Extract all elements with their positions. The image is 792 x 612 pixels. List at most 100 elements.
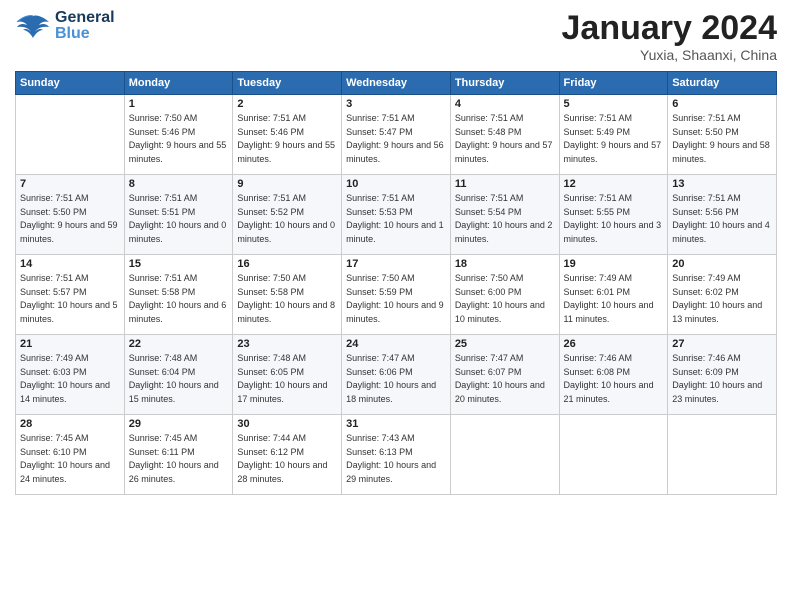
day-number: 21 bbox=[20, 338, 120, 350]
day-number: 10 bbox=[346, 178, 446, 190]
calendar-cell: 16 Sunrise: 7:50 AMSunset: 5:58 PMDayligh… bbox=[233, 255, 342, 335]
day-number: 4 bbox=[455, 98, 555, 110]
calendar-cell: 8Sunrise: 7:51 AMSunset: 5:51 PMDaylight… bbox=[124, 175, 233, 255]
day-number: 15 bbox=[129, 258, 229, 270]
calendar-cell: 7 Sunrise: 7:51 AMSunset: 5:50 PMDaylight… bbox=[16, 175, 125, 255]
day-number: 25 bbox=[455, 338, 555, 350]
calendar-cell: 13 Sunrise: 7:51 AMSunset: 5:56 PMDayligh… bbox=[668, 175, 777, 255]
day-info: Sunrise: 7:51 AMSunset: 5:50 PMDaylight:… bbox=[20, 192, 120, 246]
header-wednesday: Wednesday bbox=[342, 72, 451, 95]
calendar-cell: 19Sunrise: 7:49 AMSunset: 6:01 PMDayligh… bbox=[559, 255, 668, 335]
day-info: Sunrise: 7:51 AMSunset: 5:52 PMDaylight:… bbox=[237, 192, 337, 246]
day-info: Sunrise: 7:44 AMSunset: 6:12 PMDaylight:… bbox=[237, 432, 337, 486]
day-info: Sunrise: 7:51 AMSunset: 5:50 PMDaylight:… bbox=[672, 112, 772, 166]
header-monday: Monday bbox=[124, 72, 233, 95]
day-number: 1 bbox=[129, 98, 229, 110]
day-info: Sunrise: 7:51 AMSunset: 5:46 PMDaylight:… bbox=[237, 112, 337, 166]
calendar-cell: 25 Sunrise: 7:47 AMSunset: 6:07 PMDayligh… bbox=[450, 335, 559, 415]
day-info: Sunrise: 7:50 AMSunset: 6:00 PMDaylight:… bbox=[455, 272, 555, 326]
calendar-body: 1 Sunrise: 7:50 AMSunset: 5:46 PMDaylight… bbox=[16, 95, 777, 495]
calendar-cell: 24 Sunrise: 7:47 AMSunset: 6:06 PMDayligh… bbox=[342, 335, 451, 415]
calendar-cell bbox=[668, 415, 777, 495]
calendar-cell: 2 Sunrise: 7:51 AMSunset: 5:46 PMDaylight… bbox=[233, 95, 342, 175]
calendar-table: Sunday Monday Tuesday Wednesday Thursday… bbox=[15, 71, 777, 495]
day-info: Sunrise: 7:47 AMSunset: 6:07 PMDaylight:… bbox=[455, 352, 555, 406]
day-number: 2 bbox=[237, 98, 337, 110]
header-friday: Friday bbox=[559, 72, 668, 95]
day-number: 23 bbox=[237, 338, 337, 350]
day-number: 16 bbox=[237, 258, 337, 270]
day-number: 31 bbox=[346, 418, 446, 430]
day-number: 29 bbox=[129, 418, 229, 430]
logo-name: General Blue bbox=[55, 10, 115, 42]
day-number: 26 bbox=[564, 338, 664, 350]
day-number: 19 bbox=[564, 258, 664, 270]
day-info: Sunrise: 7:51 AMSunset: 5:54 PMDaylight:… bbox=[455, 192, 555, 246]
header-saturday: Saturday bbox=[668, 72, 777, 95]
weekday-header-row: Sunday Monday Tuesday Wednesday Thursday… bbox=[16, 72, 777, 95]
calendar-cell: 17Sunrise: 7:50 AMSunset: 5:59 PMDayligh… bbox=[342, 255, 451, 335]
day-info: Sunrise: 7:51 AMSunset: 5:55 PMDaylight:… bbox=[564, 192, 664, 246]
calendar-cell: 26 Sunrise: 7:46 AMSunset: 6:08 PMDayligh… bbox=[559, 335, 668, 415]
calendar-cell: 27Sunrise: 7:46 AMSunset: 6:09 PMDayligh… bbox=[668, 335, 777, 415]
calendar-cell: 30 Sunrise: 7:44 AMSunset: 6:12 PMDayligh… bbox=[233, 415, 342, 495]
day-info: Sunrise: 7:46 AMSunset: 6:08 PMDaylight:… bbox=[564, 352, 664, 406]
day-number: 12 bbox=[564, 178, 664, 190]
calendar-cell: 4 Sunrise: 7:51 AMSunset: 5:48 PMDaylight… bbox=[450, 95, 559, 175]
day-info: Sunrise: 7:50 AMSunset: 5:46 PMDaylight:… bbox=[129, 112, 229, 166]
day-info: Sunrise: 7:45 AMSunset: 6:10 PMDaylight:… bbox=[20, 432, 120, 486]
day-number: 13 bbox=[672, 178, 772, 190]
calendar-cell: 18Sunrise: 7:50 AMSunset: 6:00 PMDayligh… bbox=[450, 255, 559, 335]
calendar-cell: 1 Sunrise: 7:50 AMSunset: 5:46 PMDaylight… bbox=[124, 95, 233, 175]
day-number: 7 bbox=[20, 178, 120, 190]
day-info: Sunrise: 7:47 AMSunset: 6:06 PMDaylight:… bbox=[346, 352, 446, 406]
day-info: Sunrise: 7:51 AMSunset: 5:47 PMDaylight:… bbox=[346, 112, 446, 166]
day-info: Sunrise: 7:51 AMSunset: 5:57 PMDaylight:… bbox=[20, 272, 120, 326]
calendar-cell bbox=[16, 95, 125, 175]
calendar-cell: 3 Sunrise: 7:51 AMSunset: 5:47 PMDaylight… bbox=[342, 95, 451, 175]
calendar-cell: 21 Sunrise: 7:49 AMSunset: 6:03 PMDayligh… bbox=[16, 335, 125, 415]
calendar-cell: 10Sunrise: 7:51 AMSunset: 5:53 PMDayligh… bbox=[342, 175, 451, 255]
day-number: 24 bbox=[346, 338, 446, 350]
calendar-cell: 29 Sunrise: 7:45 AMSunset: 6:11 PMDayligh… bbox=[124, 415, 233, 495]
logo-blue-text: Blue bbox=[55, 26, 115, 42]
title-block: January 2024 Yuxia, Shaanxi, China bbox=[562, 10, 778, 63]
day-number: 3 bbox=[346, 98, 446, 110]
day-number: 6 bbox=[672, 98, 772, 110]
day-info: Sunrise: 7:50 AMSunset: 5:58 PMDaylight:… bbox=[237, 272, 337, 326]
day-info: Sunrise: 7:43 AMSunset: 6:13 PMDaylight:… bbox=[346, 432, 446, 486]
calendar-cell: 5 Sunrise: 7:51 AMSunset: 5:49 PMDaylight… bbox=[559, 95, 668, 175]
header-sunday: Sunday bbox=[16, 72, 125, 95]
day-info: Sunrise: 7:46 AMSunset: 6:09 PMDaylight:… bbox=[672, 352, 772, 406]
day-info: Sunrise: 7:51 AMSunset: 5:58 PMDaylight:… bbox=[129, 272, 229, 326]
calendar-cell: 20 Sunrise: 7:49 AMSunset: 6:02 PMDayligh… bbox=[668, 255, 777, 335]
day-info: Sunrise: 7:48 AMSunset: 6:05 PMDaylight:… bbox=[237, 352, 337, 406]
calendar-cell: 15 Sunrise: 7:51 AMSunset: 5:58 PMDayligh… bbox=[124, 255, 233, 335]
day-info: Sunrise: 7:51 AMSunset: 5:56 PMDaylight:… bbox=[672, 192, 772, 246]
day-number: 20 bbox=[672, 258, 772, 270]
day-info: Sunrise: 7:49 AMSunset: 6:03 PMDaylight:… bbox=[20, 352, 120, 406]
calendar-cell: 14 Sunrise: 7:51 AMSunset: 5:57 PMDayligh… bbox=[16, 255, 125, 335]
day-number: 30 bbox=[237, 418, 337, 430]
day-number: 28 bbox=[20, 418, 120, 430]
day-info: Sunrise: 7:48 AMSunset: 6:04 PMDaylight:… bbox=[129, 352, 229, 406]
header-thursday: Thursday bbox=[450, 72, 559, 95]
day-info: Sunrise: 7:51 AMSunset: 5:49 PMDaylight:… bbox=[564, 112, 664, 166]
calendar-cell bbox=[559, 415, 668, 495]
day-number: 17 bbox=[346, 258, 446, 270]
calendar-week-row: 21 Sunrise: 7:49 AMSunset: 6:03 PMDayligh… bbox=[16, 335, 777, 415]
header: General Blue January 2024 Yuxia, Shaanxi… bbox=[15, 10, 777, 63]
calendar-cell: 23 Sunrise: 7:48 AMSunset: 6:05 PMDayligh… bbox=[233, 335, 342, 415]
day-info: Sunrise: 7:45 AMSunset: 6:11 PMDaylight:… bbox=[129, 432, 229, 486]
day-info: Sunrise: 7:51 AMSunset: 5:48 PMDaylight:… bbox=[455, 112, 555, 166]
calendar-week-row: 1 Sunrise: 7:50 AMSunset: 5:46 PMDaylight… bbox=[16, 95, 777, 175]
calendar-cell: 22Sunrise: 7:48 AMSunset: 6:04 PMDayligh… bbox=[124, 335, 233, 415]
day-info: Sunrise: 7:49 AMSunset: 6:02 PMDaylight:… bbox=[672, 272, 772, 326]
day-number: 5 bbox=[564, 98, 664, 110]
calendar-week-row: 14 Sunrise: 7:51 AMSunset: 5:57 PMDayligh… bbox=[16, 255, 777, 335]
day-number: 11 bbox=[455, 178, 555, 190]
logo-general-text: General bbox=[55, 10, 115, 26]
day-number: 14 bbox=[20, 258, 120, 270]
logo-icon bbox=[15, 12, 51, 40]
day-number: 8 bbox=[129, 178, 229, 190]
